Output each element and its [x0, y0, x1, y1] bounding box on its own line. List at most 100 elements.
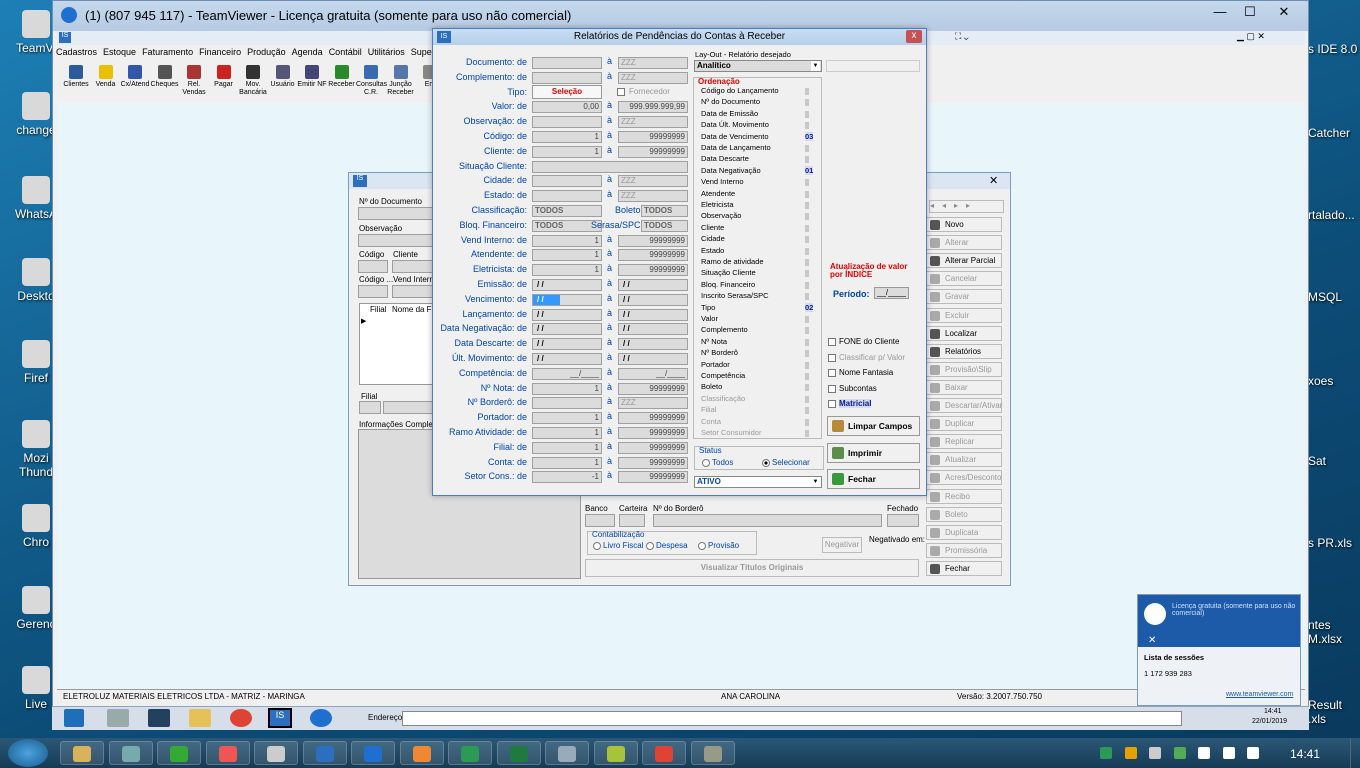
desktop-icon[interactable]: Result .xls: [1308, 698, 1360, 726]
order-item[interactable]: Observação: [701, 211, 741, 220]
desktop-icon[interactable]: Sat: [1308, 454, 1360, 468]
fornecedor-checkbox[interactable]: [617, 87, 625, 96]
field-from[interactable]: / /: [532, 353, 602, 365]
order-slot[interactable]: [805, 259, 809, 266]
tvpanel-close-icon[interactable]: ✕: [1148, 635, 1156, 646]
order-item[interactable]: Eletricista: [701, 200, 734, 209]
desktop-icon[interactable]: Catcher: [1308, 126, 1360, 140]
taskbar-app-button[interactable]: [157, 741, 201, 765]
despesa-radio[interactable]: [646, 542, 654, 550]
action-button[interactable]: Excluir: [926, 307, 1002, 323]
action-button[interactable]: Fechar: [926, 560, 1002, 576]
order-item[interactable]: Filial: [701, 405, 716, 414]
tvpanel-link[interactable]: www.teamviewer.com: [1226, 691, 1293, 698]
taskbar-app-button[interactable]: [545, 741, 589, 765]
action-button[interactable]: Recibo: [926, 488, 1002, 504]
field-from[interactable]: 1: [532, 249, 602, 262]
order-item[interactable]: Conta: [701, 417, 721, 426]
tray-icon[interactable]: [1173, 747, 1186, 759]
tray-icon[interactable]: [1247, 747, 1259, 759]
field-to[interactable]: ZZZ: [618, 57, 688, 69]
field-from[interactable]: 1: [532, 456, 602, 469]
remote-app-icon-1[interactable]: [107, 709, 129, 727]
order-slot[interactable]: [805, 224, 809, 232]
taskbar-app-button[interactable]: [60, 741, 104, 765]
order-item[interactable]: Atendente: [701, 189, 735, 198]
field-from[interactable]: / /: [532, 323, 602, 336]
field-from[interactable]: [532, 71, 602, 84]
doc-input[interactable]: [358, 207, 433, 220]
taskbar-app-button[interactable]: [205, 741, 250, 765]
field-to[interactable]: 99999999: [618, 456, 688, 469]
order-slot[interactable]: [805, 407, 809, 415]
bordero-input[interactable]: [653, 514, 882, 527]
option-checkbox[interactable]: [828, 353, 836, 362]
action-button[interactable]: Promissória: [926, 542, 1002, 558]
toolbar-button[interactable]: Receber: [327, 65, 357, 89]
imprimir-button[interactable]: Imprimir: [827, 443, 920, 463]
show-desktop-button[interactable]: [1350, 738, 1360, 768]
field-from[interactable]: 1: [532, 441, 602, 454]
layout-select[interactable]: Analítico ▼: [694, 60, 822, 72]
filial2-input[interactable]: [359, 401, 381, 414]
field-from[interactable]: 1: [532, 427, 602, 439]
carteira-input[interactable]: [619, 514, 645, 527]
tray-icon[interactable]: [1100, 747, 1112, 759]
menu-item[interactable]: Produção: [247, 47, 286, 57]
order-item[interactable]: Nº do Documento: [701, 97, 760, 106]
order-slot[interactable]: [805, 236, 809, 244]
order-slot[interactable]: [805, 247, 809, 255]
field-to[interactable]: 99999999: [618, 382, 688, 395]
order-item[interactable]: Código do Lançamento: [701, 86, 779, 95]
action-button[interactable]: Descartar/Ativar: [926, 398, 1002, 413]
order-item[interactable]: Bloq. Financeiro: [701, 280, 755, 289]
banco-input[interactable]: [585, 514, 615, 527]
tipo-selecao-button[interactable]: Seleção: [532, 84, 602, 99]
taskbar-app-button[interactable]: [302, 741, 347, 765]
negativar-button[interactable]: Negativar: [822, 537, 862, 553]
field-from[interactable]: 1: [532, 382, 602, 395]
action-button[interactable]: Replicar: [926, 434, 1002, 450]
taskbar-app-button[interactable]: [496, 741, 541, 765]
filial2-name[interactable]: [383, 401, 433, 414]
order-slot[interactable]: [805, 384, 809, 392]
field-to[interactable]: / /: [618, 338, 688, 351]
toolbar-button[interactable]: Cheques: [150, 65, 180, 89]
field-from[interactable]: [532, 190, 602, 203]
powershell-icon[interactable]: [148, 709, 170, 727]
order-item[interactable]: Vend Interno: [701, 177, 744, 186]
taskbar-app-button[interactable]: [642, 741, 686, 765]
order-slot[interactable]: [805, 373, 809, 380]
order-item[interactable]: Setor Consumidor: [701, 428, 761, 437]
toolbar-button[interactable]: Mov. Bancária: [238, 65, 268, 97]
minimize-button[interactable]: —: [1205, 3, 1235, 21]
periodo-input[interactable]: __/____: [874, 287, 909, 299]
order-slot[interactable]: [805, 179, 809, 187]
taskbar-app-button[interactable]: [448, 741, 492, 765]
order-slot[interactable]: [805, 430, 809, 437]
order-item[interactable]: Tipo: [701, 303, 715, 312]
selecionar-radio[interactable]: [762, 459, 770, 467]
toolbar-button[interactable]: Venda: [91, 65, 121, 89]
tray-icon[interactable]: [1124, 747, 1137, 759]
visualizar-button[interactable]: Visualizar Títulos Originais: [585, 559, 919, 577]
field-to[interactable]: / /: [618, 279, 688, 291]
field-from[interactable]: 1: [532, 264, 602, 277]
field-from[interactable]: / /: [532, 293, 602, 306]
order-item[interactable]: Competência: [701, 371, 745, 380]
field-to[interactable]: 99999999: [618, 249, 688, 262]
field-to[interactable]: / /: [618, 308, 688, 321]
action-button[interactable]: Baixar: [926, 379, 1002, 395]
order-item[interactable]: Estado: [701, 246, 724, 255]
order-slot[interactable]: [805, 190, 809, 198]
order-slot[interactable]: [805, 202, 809, 209]
order-item[interactable]: Nº Borderô: [701, 348, 738, 357]
order-item[interactable]: Data Últ. Movimento: [701, 120, 769, 129]
field-from[interactable]: [532, 57, 602, 69]
order-slot[interactable]: [805, 88, 809, 95]
order-slot[interactable]: [805, 361, 809, 369]
field-to[interactable]: ZZZ: [618, 190, 688, 203]
taskbar-app-button[interactable]: [254, 741, 298, 765]
order-slot[interactable]: [805, 316, 809, 323]
order-slot[interactable]: [805, 213, 809, 221]
